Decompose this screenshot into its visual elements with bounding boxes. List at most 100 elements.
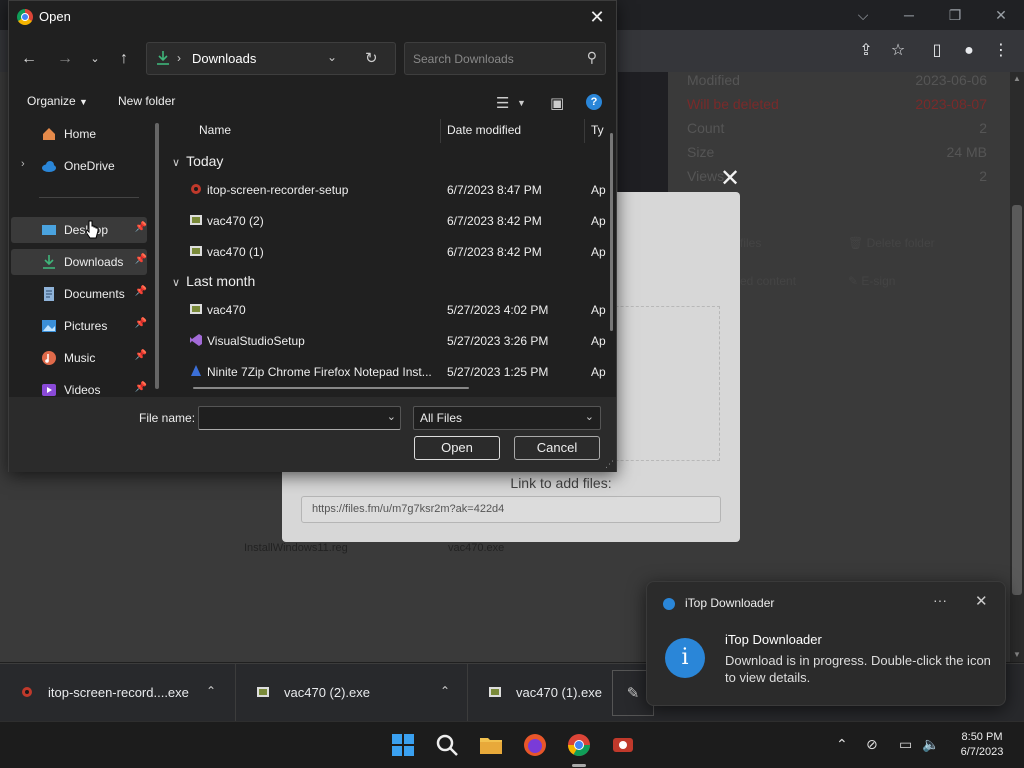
organize-menu[interactable]: Organize ▼ xyxy=(27,94,88,108)
file-row[interactable]: VisualStudioSetup 5/27/2023 3:26 PM Ap xyxy=(185,328,606,354)
more-options-icon[interactable]: ··· xyxy=(933,592,947,608)
profile-avatar-icon[interactable]: ● xyxy=(958,40,980,62)
chevron-up-icon[interactable]: ⌃ xyxy=(206,684,216,698)
column-name[interactable]: Name xyxy=(199,123,231,137)
cancel-button[interactable]: Cancel xyxy=(514,436,600,460)
minimize-button[interactable]: ─ xyxy=(894,5,924,25)
new-folder-button[interactable]: New folder xyxy=(118,94,175,108)
file-row[interactable]: vac470 (1) 6/7/2023 8:42 PM Ap xyxy=(185,239,606,265)
recent-locations-button[interactable]: ⌄ xyxy=(83,47,107,71)
firefox-icon[interactable] xyxy=(522,732,548,758)
column-divider[interactable] xyxy=(584,119,585,143)
tray-overflow-chevron-icon[interactable]: ⌃ xyxy=(836,736,848,753)
link-input[interactable]: https://files.fm/u/m7g7ksr2m?ak=422d4 xyxy=(301,496,721,523)
nav-item-documents[interactable]: Documents 📌 xyxy=(11,281,147,307)
pin-icon: 📌 xyxy=(134,222,147,233)
page-scroll-thumb[interactable] xyxy=(1012,205,1022,595)
address-bar[interactable]: › Downloads ⌄ ↻ xyxy=(146,42,396,75)
breadcrumb-downloads[interactable]: Downloads xyxy=(192,51,256,66)
scroll-up-arrow-icon[interactable]: ▲ xyxy=(1010,72,1024,86)
display-icon[interactable]: ▭ xyxy=(899,736,912,753)
info-label: Will be deleted xyxy=(687,96,779,112)
volume-icon[interactable]: 🔈 xyxy=(922,736,939,753)
nav-item-videos[interactable]: Videos 📌 xyxy=(11,377,147,397)
share-icon[interactable]: ⇪ xyxy=(855,40,877,62)
refresh-icon[interactable]: ↻ xyxy=(365,49,378,67)
dialog-close-button[interactable]: ✕ xyxy=(584,5,610,29)
windows-start-icon[interactable] xyxy=(390,732,416,758)
column-divider[interactable] xyxy=(440,119,441,143)
nav-item-desktop[interactable]: Desktop 📌 xyxy=(11,217,147,243)
download-item[interactable]: itop-screen-record....exe ⌃ xyxy=(0,664,236,721)
esign-action[interactable]: ✎ E-sign xyxy=(848,274,895,288)
toast-notification[interactable]: iTop Downloader ··· ✕ i iTop Downloader … xyxy=(646,581,1006,706)
group-today[interactable]: ∨ Today xyxy=(172,153,223,169)
scroll-down-arrow-icon[interactable]: ▼ xyxy=(1010,648,1024,662)
navigation-pane: Home › OneDrive Desktop 📌 Downloads 📌 Do… xyxy=(9,119,157,397)
bookmark-star-icon[interactable]: ☆ xyxy=(887,40,909,62)
network-off-icon[interactable]: ⊘ xyxy=(866,736,878,753)
nav-item-music[interactable]: Music 📌 xyxy=(11,345,147,371)
toast-close-icon[interactable]: ✕ xyxy=(975,592,988,610)
help-icon[interactable]: ? xyxy=(586,94,602,110)
nav-item-downloads[interactable]: Downloads 📌 xyxy=(11,249,147,275)
file-explorer-icon[interactable] xyxy=(478,732,504,758)
resize-grip-icon[interactable]: ⋰ xyxy=(605,459,614,470)
group-last-month[interactable]: ∨ Last month xyxy=(172,273,255,289)
files-action[interactable]: files xyxy=(740,236,761,250)
search-icon[interactable] xyxy=(434,732,460,758)
clock[interactable]: 8:50 PM 6/7/2023 xyxy=(952,730,1012,760)
browser-menu-icon[interactable]: ⋮ xyxy=(990,40,1012,62)
list-vertical-scrollbar[interactable] xyxy=(610,133,613,331)
address-dropdown-icon[interactable]: ⌄ xyxy=(327,50,337,64)
toast-app-name: iTop Downloader xyxy=(685,596,775,610)
itop-recorder-icon[interactable] xyxy=(610,732,636,758)
open-button[interactable]: Open xyxy=(414,436,500,460)
file-name-input[interactable]: ⌄ xyxy=(198,406,401,430)
file-row[interactable]: itop-screen-recorder-setup 6/7/2023 8:47… xyxy=(185,177,606,203)
tab-search-icon[interactable]: ⌵ xyxy=(848,5,878,25)
modal-close-icon[interactable]: ✕ xyxy=(720,164,740,193)
preview-pane-icon[interactable]: ▣ xyxy=(550,94,564,112)
list-horizontal-scrollbar[interactable] xyxy=(193,387,469,389)
view-chevron-down-icon[interactable]: ▼ xyxy=(517,98,526,108)
view-options-icon[interactable]: ☰ xyxy=(496,94,509,112)
info-value: 2 xyxy=(979,120,987,136)
restore-button[interactable]: ❐ xyxy=(940,5,970,25)
search-input[interactable]: Search Downloads ⚲ xyxy=(404,42,606,75)
file-row[interactable]: vac470 (2) 6/7/2023 8:42 PM Ap xyxy=(185,208,606,234)
toast-title: iTop Downloader xyxy=(725,632,822,647)
download-item[interactable]: vac470 (1).exe xyxy=(468,664,610,721)
nav-label: OneDrive xyxy=(64,159,115,173)
window-close-button[interactable]: ✕ xyxy=(986,5,1016,25)
file-type-filter[interactable]: All Files ⌄ xyxy=(413,406,601,430)
file-name: vac470 (1) xyxy=(207,245,264,259)
forward-button[interactable]: → xyxy=(53,47,77,71)
file-date: 5/27/2023 4:02 PM xyxy=(447,303,549,317)
expand-chevron-icon[interactable]: › xyxy=(21,158,25,170)
dialog-titlebar[interactable]: Open ✕ xyxy=(9,1,616,33)
chevron-up-icon[interactable]: ⌃ xyxy=(440,684,450,698)
file-row[interactable]: vac470 5/27/2023 4:02 PM Ap xyxy=(185,297,606,323)
content-action[interactable]: ed content xyxy=(740,274,796,288)
back-button[interactable]: ← xyxy=(17,47,41,71)
nav-label: Documents xyxy=(64,287,125,301)
nav-scrollbar[interactable] xyxy=(155,123,159,389)
chrome-icon[interactable] xyxy=(566,732,592,758)
nav-item-pictures[interactable]: Pictures 📌 xyxy=(11,313,147,339)
delete-folder-action[interactable]: 🗑 Delete folder xyxy=(848,236,935,250)
up-button[interactable]: ↑ xyxy=(112,47,136,71)
file-row[interactable]: Ninite 7Zip Chrome Firefox Notepad Inst.… xyxy=(185,359,606,385)
info-value: 2 xyxy=(979,168,987,184)
file-type: Ap xyxy=(591,183,606,197)
itop-icon xyxy=(191,184,201,194)
bg-file-name: vac470.exe xyxy=(448,542,505,554)
nav-item-home[interactable]: Home xyxy=(11,121,147,147)
column-type[interactable]: Ty xyxy=(591,123,604,137)
column-date-modified[interactable]: Date modified xyxy=(447,123,521,137)
nav-item-onedrive[interactable]: › OneDrive xyxy=(11,153,147,179)
chevron-down-icon[interactable]: ⌄ xyxy=(387,410,396,423)
info-row-modified: Modified 2023-06-06 xyxy=(687,72,987,88)
side-panel-icon[interactable]: ▯ xyxy=(926,40,948,62)
download-item[interactable]: vac470 (2).exe ⌃ xyxy=(236,664,468,721)
